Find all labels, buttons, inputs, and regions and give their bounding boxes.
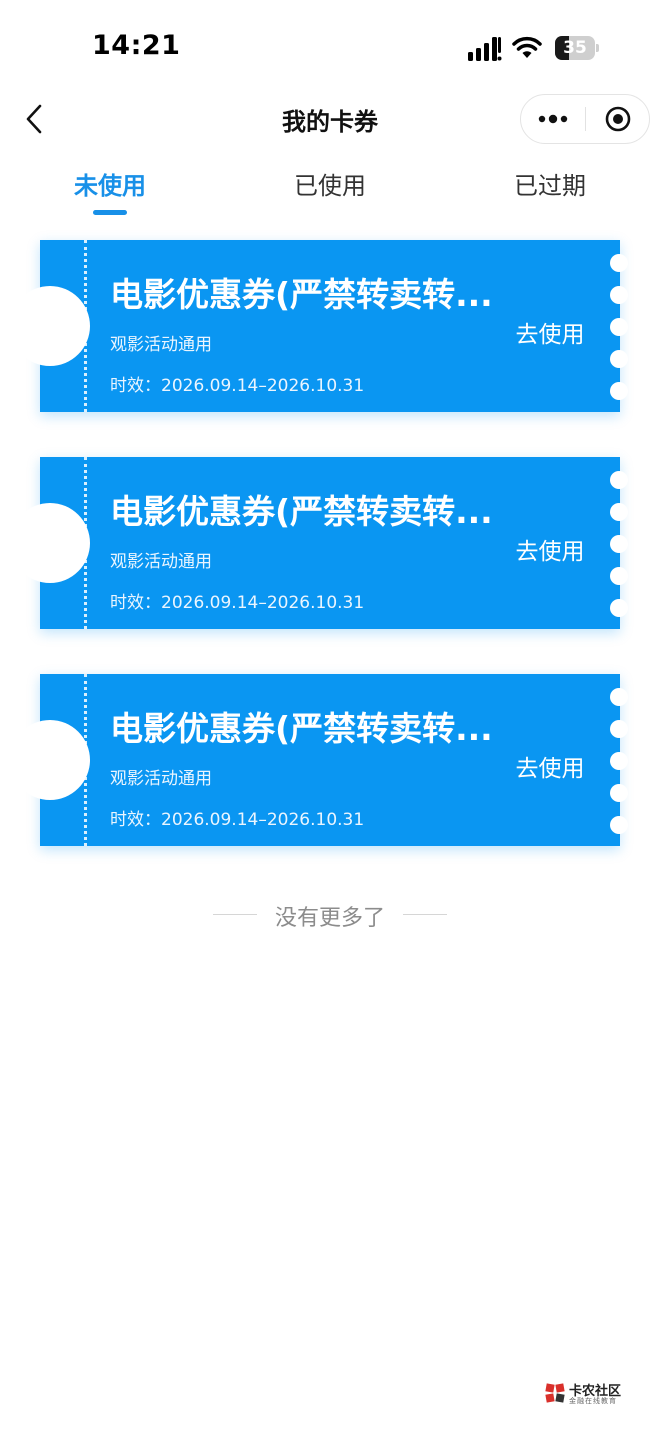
end-of-list: 没有更多了	[0, 900, 660, 931]
more-dots-icon	[538, 114, 568, 124]
coupon-title: 电影优惠券(严禁转卖转...	[110, 275, 493, 314]
coupon-status-tabs: 未使用 已使用 已过期	[0, 166, 660, 220]
end-of-list-text: 没有更多了	[274, 906, 385, 931]
coupon-description: 观影活动通用	[110, 552, 212, 572]
status-time: 14:21	[92, 30, 181, 61]
watermark-subtitle: 金融在线教育	[569, 1397, 617, 1405]
more-button[interactable]	[521, 95, 585, 143]
signal-icon	[468, 37, 502, 61]
coupon-card[interactable]: 电影优惠券(严禁转卖转... 观影活动通用 时效：2026.09.14–2026…	[10, 240, 628, 412]
capsule-divider	[585, 107, 586, 131]
tab-used-label: 已使用	[294, 172, 366, 200]
coupon-card[interactable]: 电影优惠券(严禁转卖转... 观影活动通用 时效：2026.09.14–2026…	[10, 674, 628, 846]
tab-unused-label: 未使用	[74, 172, 146, 200]
coupon-validity: 时效：2026.09.14–2026.10.31	[110, 376, 365, 396]
battery-icon: 35	[555, 36, 599, 60]
coupon-card[interactable]: 电影优惠券(严禁转卖转... 观影活动通用 时效：2026.09.14–2026…	[10, 457, 628, 629]
divider-line	[403, 914, 447, 915]
use-coupon-button[interactable]: 去使用	[510, 749, 590, 783]
coupon-validity: 时效：2026.09.14–2026.10.31	[110, 593, 365, 613]
watermark-logo: 卡农社区 金融在线教育	[544, 1380, 634, 1406]
tab-expired-label: 已过期	[514, 172, 586, 200]
coupon-validity: 时效：2026.09.14–2026.10.31	[110, 810, 365, 830]
tab-used[interactable]: 已使用	[260, 166, 400, 220]
close-mini-program-button[interactable]	[587, 95, 649, 143]
use-coupon-button[interactable]: 去使用	[510, 315, 590, 349]
nav-bar: 我的卡券	[0, 90, 660, 148]
tab-unused[interactable]: 未使用	[40, 166, 180, 220]
tab-expired[interactable]: 已过期	[480, 166, 620, 220]
watermark-mark-icon	[545, 1383, 565, 1403]
use-coupon-button[interactable]: 去使用	[510, 532, 590, 566]
coupon-title: 电影优惠券(严禁转卖转...	[110, 709, 493, 748]
wifi-icon	[512, 36, 542, 58]
tab-active-indicator	[93, 210, 127, 215]
page: 14:21 35 我的卡券 未使用 已使用 已过期 电影优惠券(严禁转卖转...…	[0, 0, 660, 1434]
coupon-description: 观影活动通用	[110, 769, 212, 789]
target-close-icon	[605, 106, 631, 132]
status-bar: 14:21 35	[0, 0, 660, 96]
coupon-title: 电影优惠券(严禁转卖转...	[110, 492, 493, 531]
coupon-description: 观影活动通用	[110, 335, 212, 355]
mini-program-capsule	[520, 94, 650, 144]
battery-level-text: 35	[563, 38, 587, 58]
